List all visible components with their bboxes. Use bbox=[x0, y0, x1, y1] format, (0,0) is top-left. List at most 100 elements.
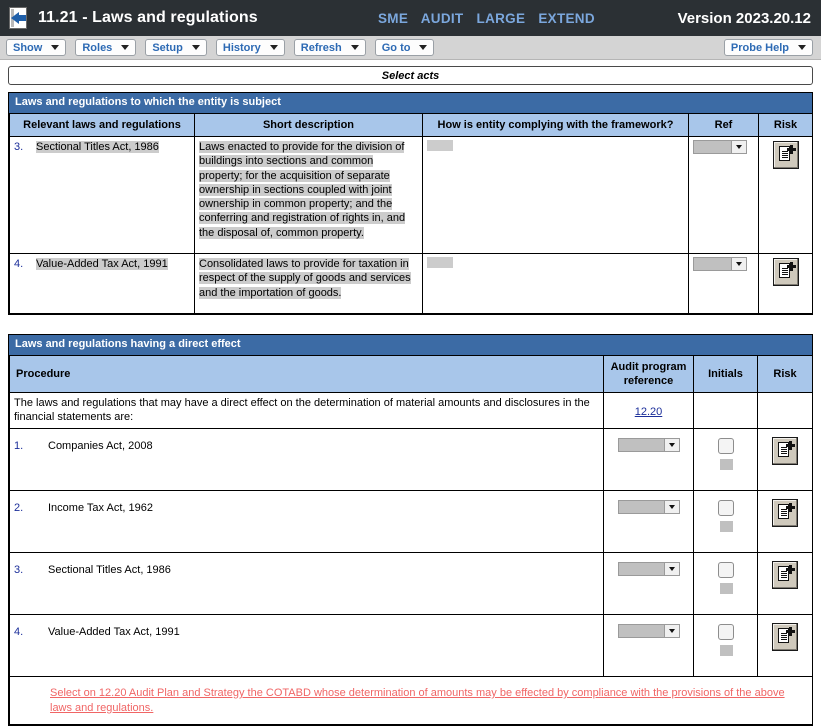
cell-relevant-law[interactable]: 3. Sectional Titles Act, 1986 bbox=[9, 136, 195, 254]
chevron-down-icon bbox=[51, 45, 60, 50]
row-number: 4. bbox=[14, 626, 24, 638]
cell-short-description[interactable]: Laws enacted to provide for the division… bbox=[194, 136, 423, 254]
description-field[interactable]: Laws enacted to provide for the division… bbox=[199, 141, 406, 239]
law-name-field[interactable]: Sectional Titles Act, 1986 bbox=[36, 141, 159, 153]
cell-how-complying[interactable] bbox=[422, 136, 689, 254]
col-procedure: Procedure bbox=[9, 355, 604, 393]
panel1-title: Laws and regulations to which the entity… bbox=[9, 93, 812, 113]
row-number: 3. bbox=[14, 564, 24, 576]
intro-risk-cell bbox=[757, 392, 813, 429]
cell-risk bbox=[757, 490, 813, 553]
initials-checkbox[interactable] bbox=[717, 562, 734, 578]
menu-setup[interactable]: Setup bbox=[145, 39, 207, 56]
chevron-down-icon[interactable] bbox=[663, 439, 679, 451]
audit-reference-dropdown[interactable] bbox=[617, 438, 680, 452]
row-number: 3. bbox=[14, 141, 24, 153]
initials-field[interactable] bbox=[719, 583, 733, 594]
laws-subject-table: Relevant laws and regulations Short desc… bbox=[9, 113, 813, 314]
menu-history[interactable]: History bbox=[215, 39, 285, 56]
menu-refresh[interactable]: Refresh bbox=[293, 39, 366, 56]
row-number: 1. bbox=[14, 440, 24, 452]
law-name-field[interactable]: Value-Added Tax Act, 1991 bbox=[36, 258, 168, 270]
initials-field[interactable] bbox=[719, 645, 733, 656]
menu-roles[interactable]: Roles bbox=[75, 39, 137, 56]
chevron-down-icon bbox=[350, 45, 359, 50]
ref-dropdown[interactable] bbox=[693, 140, 747, 154]
table-row: 4. Value-Added Tax Act, 1991 Consolidate… bbox=[9, 253, 813, 314]
initials-field[interactable] bbox=[719, 521, 733, 532]
cell-short-description[interactable]: Consolidated laws to provide for taxatio… bbox=[194, 253, 423, 314]
chevron-down-icon[interactable] bbox=[663, 501, 679, 513]
title-bar: 11.21 - Laws and regulations SME AUDIT L… bbox=[0, 0, 821, 36]
audit-reference-dropdown[interactable] bbox=[617, 562, 680, 576]
document-add-icon[interactable] bbox=[772, 623, 798, 651]
audit-reference-value bbox=[618, 563, 664, 575]
mode-indicators: SME AUDIT LARGE EXTEND bbox=[378, 11, 595, 26]
row-number: 2. bbox=[14, 502, 24, 514]
col-short-description: Short description bbox=[194, 113, 423, 137]
chevron-down-icon bbox=[798, 45, 806, 50]
cell-risk bbox=[757, 614, 813, 677]
document-add-icon[interactable] bbox=[772, 141, 799, 169]
chevron-down-icon[interactable] bbox=[663, 625, 679, 637]
back-document-icon[interactable] bbox=[9, 7, 29, 29]
initials-checkbox[interactable] bbox=[717, 500, 734, 516]
cell-audit-reference[interactable] bbox=[603, 428, 694, 491]
intro-initials-cell bbox=[693, 392, 758, 429]
chevron-down-icon[interactable] bbox=[731, 258, 746, 270]
audit-reference-dropdown[interactable] bbox=[617, 624, 680, 638]
page-title: 11.21 - Laws and regulations bbox=[38, 9, 258, 26]
audit-reference-value bbox=[618, 439, 664, 451]
document-add-icon[interactable] bbox=[772, 561, 798, 589]
document-add-icon[interactable] bbox=[772, 437, 798, 465]
table-row: 2. Income Tax Act, 1962 bbox=[9, 490, 813, 553]
intro-text-cell: The laws and regulations that may have a… bbox=[9, 392, 604, 429]
cell-procedure: 3. Sectional Titles Act, 1986 bbox=[9, 552, 604, 615]
cell-audit-reference[interactable] bbox=[603, 490, 694, 553]
table-header-row: Procedure Audit program reference Initia… bbox=[9, 355, 813, 393]
col-audit-program-reference: Audit program reference bbox=[603, 355, 694, 393]
cell-initials bbox=[693, 490, 758, 553]
cell-risk bbox=[758, 136, 813, 254]
complying-field[interactable] bbox=[427, 140, 453, 151]
chevron-down-icon[interactable] bbox=[663, 563, 679, 575]
intro-reference-cell: 12.20 bbox=[603, 392, 694, 429]
col-initials: Initials bbox=[693, 355, 758, 393]
ref-value bbox=[694, 258, 731, 270]
complying-field[interactable] bbox=[427, 257, 453, 268]
cell-ref[interactable] bbox=[688, 253, 759, 314]
cell-relevant-law[interactable]: 4. Value-Added Tax Act, 1991 bbox=[9, 253, 195, 314]
initials-field[interactable] bbox=[719, 459, 733, 470]
cell-audit-reference[interactable] bbox=[603, 614, 694, 677]
initials-checkbox[interactable] bbox=[717, 624, 734, 640]
cell-initials bbox=[693, 614, 758, 677]
procedure-label: Sectional Titles Act, 1986 bbox=[48, 564, 171, 576]
cell-how-complying[interactable] bbox=[422, 253, 689, 314]
menu-probe-help[interactable]: Probe Help bbox=[723, 39, 813, 56]
audit-reference-dropdown[interactable] bbox=[617, 500, 680, 514]
description-field[interactable]: Consolidated laws to provide for taxatio… bbox=[199, 258, 411, 299]
version-label: Version 2023.20.12 bbox=[677, 9, 811, 27]
cell-initials bbox=[693, 428, 758, 491]
cell-procedure: 2. Income Tax Act, 1962 bbox=[9, 490, 604, 553]
initials-checkbox[interactable] bbox=[717, 438, 734, 454]
menu-refresh-label: Refresh bbox=[300, 41, 342, 54]
table-row: 1. Companies Act, 2008 bbox=[9, 428, 813, 491]
audit-reference-link[interactable]: 12.20 bbox=[635, 406, 663, 418]
mode-sme: SME bbox=[378, 10, 409, 26]
cell-ref[interactable] bbox=[688, 136, 759, 254]
chevron-down-icon[interactable] bbox=[731, 141, 746, 153]
select-acts-button[interactable]: Select acts bbox=[8, 66, 813, 85]
col-risk: Risk bbox=[758, 113, 813, 137]
ref-value bbox=[694, 141, 731, 153]
document-add-icon[interactable] bbox=[772, 258, 799, 286]
document-add-icon[interactable] bbox=[772, 499, 798, 527]
row-number: 4. bbox=[14, 258, 24, 270]
menu-setup-label: Setup bbox=[152, 41, 183, 54]
menu-goto[interactable]: Go to bbox=[374, 39, 435, 56]
menu-show[interactable]: Show bbox=[6, 39, 67, 56]
ref-dropdown[interactable] bbox=[693, 257, 747, 271]
cell-audit-reference[interactable] bbox=[603, 552, 694, 615]
col-ref: Ref bbox=[688, 113, 759, 137]
cell-initials bbox=[693, 552, 758, 615]
